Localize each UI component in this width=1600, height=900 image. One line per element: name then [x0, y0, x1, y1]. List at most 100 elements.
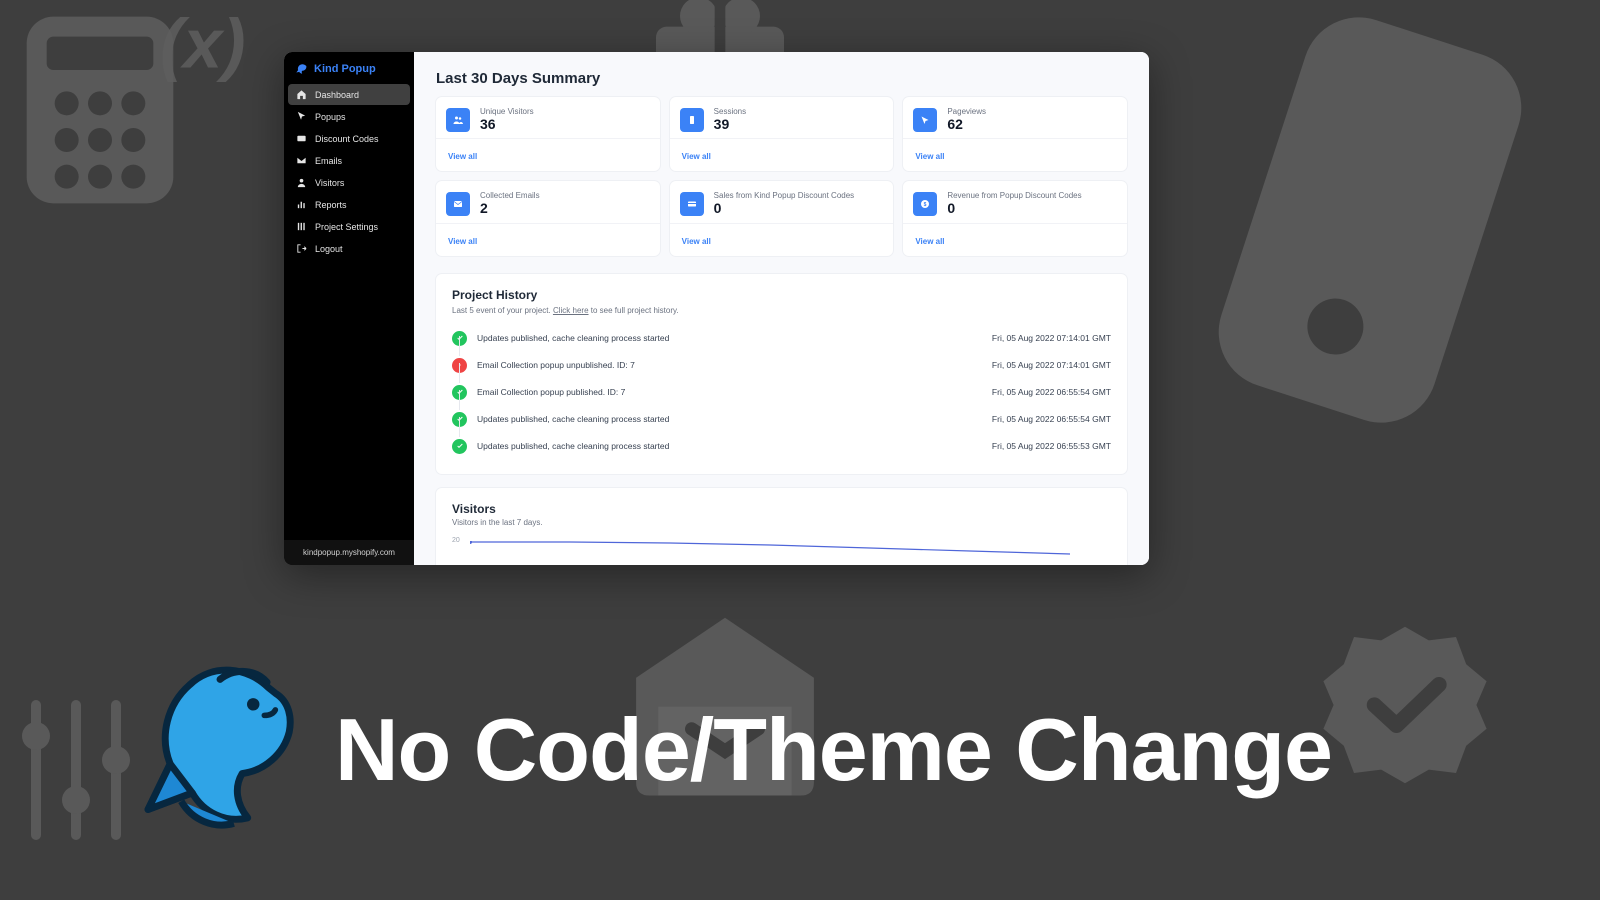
cursor-icon: [296, 111, 307, 122]
stat-label: Sessions: [714, 107, 746, 116]
stats-grid: Unique Visitors36 View all Sessions39 Vi…: [436, 97, 1127, 256]
fx-variable-icon: (x): [160, 0, 260, 90]
user-icon: [296, 177, 307, 188]
view-all-link[interactable]: View all: [915, 152, 944, 161]
stat-value: 0: [714, 200, 855, 216]
stat-value: 39: [714, 116, 746, 132]
settings-icon: [296, 221, 307, 232]
sidebar-footer: kindpopup.myshopify.com: [284, 540, 414, 565]
history-date: Fri, 05 Aug 2022 06:55:53 GMT: [992, 441, 1111, 451]
view-all-link[interactable]: View all: [448, 237, 477, 246]
sidebar-item-popups[interactable]: Popups: [288, 106, 410, 127]
history-list: Updates published, cache cleaning proces…: [452, 325, 1111, 460]
card-icon: [680, 192, 704, 216]
device-icon: [680, 108, 704, 132]
sidebar-item-label: Logout: [315, 244, 343, 254]
stat-card-sessions: Sessions39 View all: [670, 97, 894, 171]
stat-card-pageviews: Pageviews62 View all: [903, 97, 1127, 171]
chart-y-tick: 20: [452, 537, 460, 544]
app-window: Kind Popup Dashboard Popups Discount Cod…: [284, 52, 1149, 565]
history-message: Updates published, cache cleaning proces…: [477, 414, 982, 424]
history-row: Updates published, cache cleaning proces…: [452, 433, 1111, 460]
stat-label: Unique Visitors: [480, 107, 534, 116]
project-history-panel: Project History Last 5 event of your pro…: [436, 274, 1127, 474]
stat-value: 0: [947, 200, 1081, 216]
history-message: Updates published, cache cleaning proces…: [477, 333, 982, 343]
brand: Kind Popup: [284, 52, 414, 84]
view-all-link[interactable]: View all: [682, 152, 711, 161]
check-icon: [452, 439, 467, 454]
main-content: Last 30 Days Summary Unique Visitors36 V…: [414, 52, 1149, 565]
sidebar-item-project-settings[interactable]: Project Settings: [288, 216, 410, 237]
sliders-icon: [15, 680, 135, 860]
sidebar-item-logout[interactable]: Logout: [288, 238, 410, 259]
visitors-chart: 20: [452, 537, 1111, 557]
click-icon: [913, 108, 937, 132]
visitors-title: Visitors: [452, 502, 1111, 516]
history-date: Fri, 05 Aug 2022 07:14:01 GMT: [992, 360, 1111, 370]
history-date: Fri, 05 Aug 2022 06:55:54 GMT: [992, 387, 1111, 397]
stat-card-sales: Sales from Kind Popup Discount Codes0 Vi…: [670, 181, 894, 255]
view-all-link[interactable]: View all: [682, 237, 711, 246]
sidebar-nav: Dashboard Popups Discount Codes Emails V…: [284, 84, 414, 540]
envelope-icon: [446, 192, 470, 216]
stat-value: 36: [480, 116, 534, 132]
view-all-link[interactable]: View all: [915, 237, 944, 246]
users-icon: [446, 108, 470, 132]
sidebar-item-label: Popups: [315, 112, 346, 122]
sidebar-item-label: Reports: [315, 200, 347, 210]
stat-card-collected-emails: Collected Emails2 View all: [436, 181, 660, 255]
sidebar-item-label: Dashboard: [315, 90, 359, 100]
sidebar-item-dashboard[interactable]: Dashboard: [288, 84, 410, 105]
dolphin-icon: [294, 62, 308, 76]
hero-headline: No Code/Theme Change: [335, 699, 1332, 801]
hero-banner: No Code/Theme Change: [135, 660, 1570, 840]
history-message: Email Collection popup published. ID: 7: [477, 387, 982, 397]
sidebar-item-label: Visitors: [315, 178, 344, 188]
svg-text:(x): (x): [160, 5, 246, 83]
bar-chart-icon: [296, 199, 307, 210]
stat-card-unique-visitors: Unique Visitors36 View all: [436, 97, 660, 171]
home-icon: [296, 89, 307, 100]
sidebar-item-label: Project Settings: [315, 222, 378, 232]
history-date: Fri, 05 Aug 2022 07:14:01 GMT: [992, 333, 1111, 343]
sidebar-item-label: Discount Codes: [315, 134, 379, 144]
click-here-link[interactable]: Click here: [553, 306, 589, 315]
sidebar-item-visitors[interactable]: Visitors: [288, 172, 410, 193]
stat-label: Revenue from Popup Discount Codes: [947, 191, 1081, 200]
history-row: Email Collection popup unpublished. ID: …: [452, 352, 1111, 379]
dolphin-logo-icon: [135, 660, 305, 840]
sidebar-item-discount-codes[interactable]: Discount Codes: [288, 128, 410, 149]
visitors-subtitle: Visitors in the last 7 days.: [452, 518, 1111, 527]
stat-label: Sales from Kind Popup Discount Codes: [714, 191, 855, 200]
view-all-link[interactable]: View all: [448, 152, 477, 161]
stat-value: 2: [480, 200, 540, 216]
history-title: Project History: [452, 288, 1111, 302]
mail-icon: [296, 155, 307, 166]
history-row: Updates published, cache cleaning proces…: [452, 325, 1111, 352]
history-date: Fri, 05 Aug 2022 06:55:54 GMT: [992, 414, 1111, 424]
sidebar: Kind Popup Dashboard Popups Discount Cod…: [284, 52, 414, 565]
stat-label: Collected Emails: [480, 191, 540, 200]
visitors-panel: Visitors Visitors in the last 7 days. 20: [436, 488, 1127, 565]
line-chart-icon: [470, 541, 1070, 555]
dollar-icon: $: [913, 192, 937, 216]
logout-icon: [296, 243, 307, 254]
calculator-icon: [20, 10, 180, 210]
ticket-icon: [296, 133, 307, 144]
history-row: Updates published, cache cleaning proces…: [452, 406, 1111, 433]
history-row: Email Collection popup published. ID: 7 F…: [452, 379, 1111, 406]
sidebar-item-reports[interactable]: Reports: [288, 194, 410, 215]
history-subtitle: Last 5 event of your project. Click here…: [452, 306, 1111, 315]
summary-title: Last 30 Days Summary: [436, 70, 1127, 87]
brand-name: Kind Popup: [314, 63, 376, 75]
sidebar-item-label: Emails: [315, 156, 342, 166]
stat-label: Pageviews: [947, 107, 986, 116]
phone-icon: [1166, 0, 1575, 457]
stat-card-revenue: $ Revenue from Popup Discount Codes0 View…: [903, 181, 1127, 255]
history-message: Updates published, cache cleaning proces…: [477, 441, 982, 451]
history-message: Email Collection popup unpublished. ID: …: [477, 360, 982, 370]
sidebar-item-emails[interactable]: Emails: [288, 150, 410, 171]
svg-text:$: $: [924, 202, 927, 208]
stat-value: 62: [947, 116, 986, 132]
